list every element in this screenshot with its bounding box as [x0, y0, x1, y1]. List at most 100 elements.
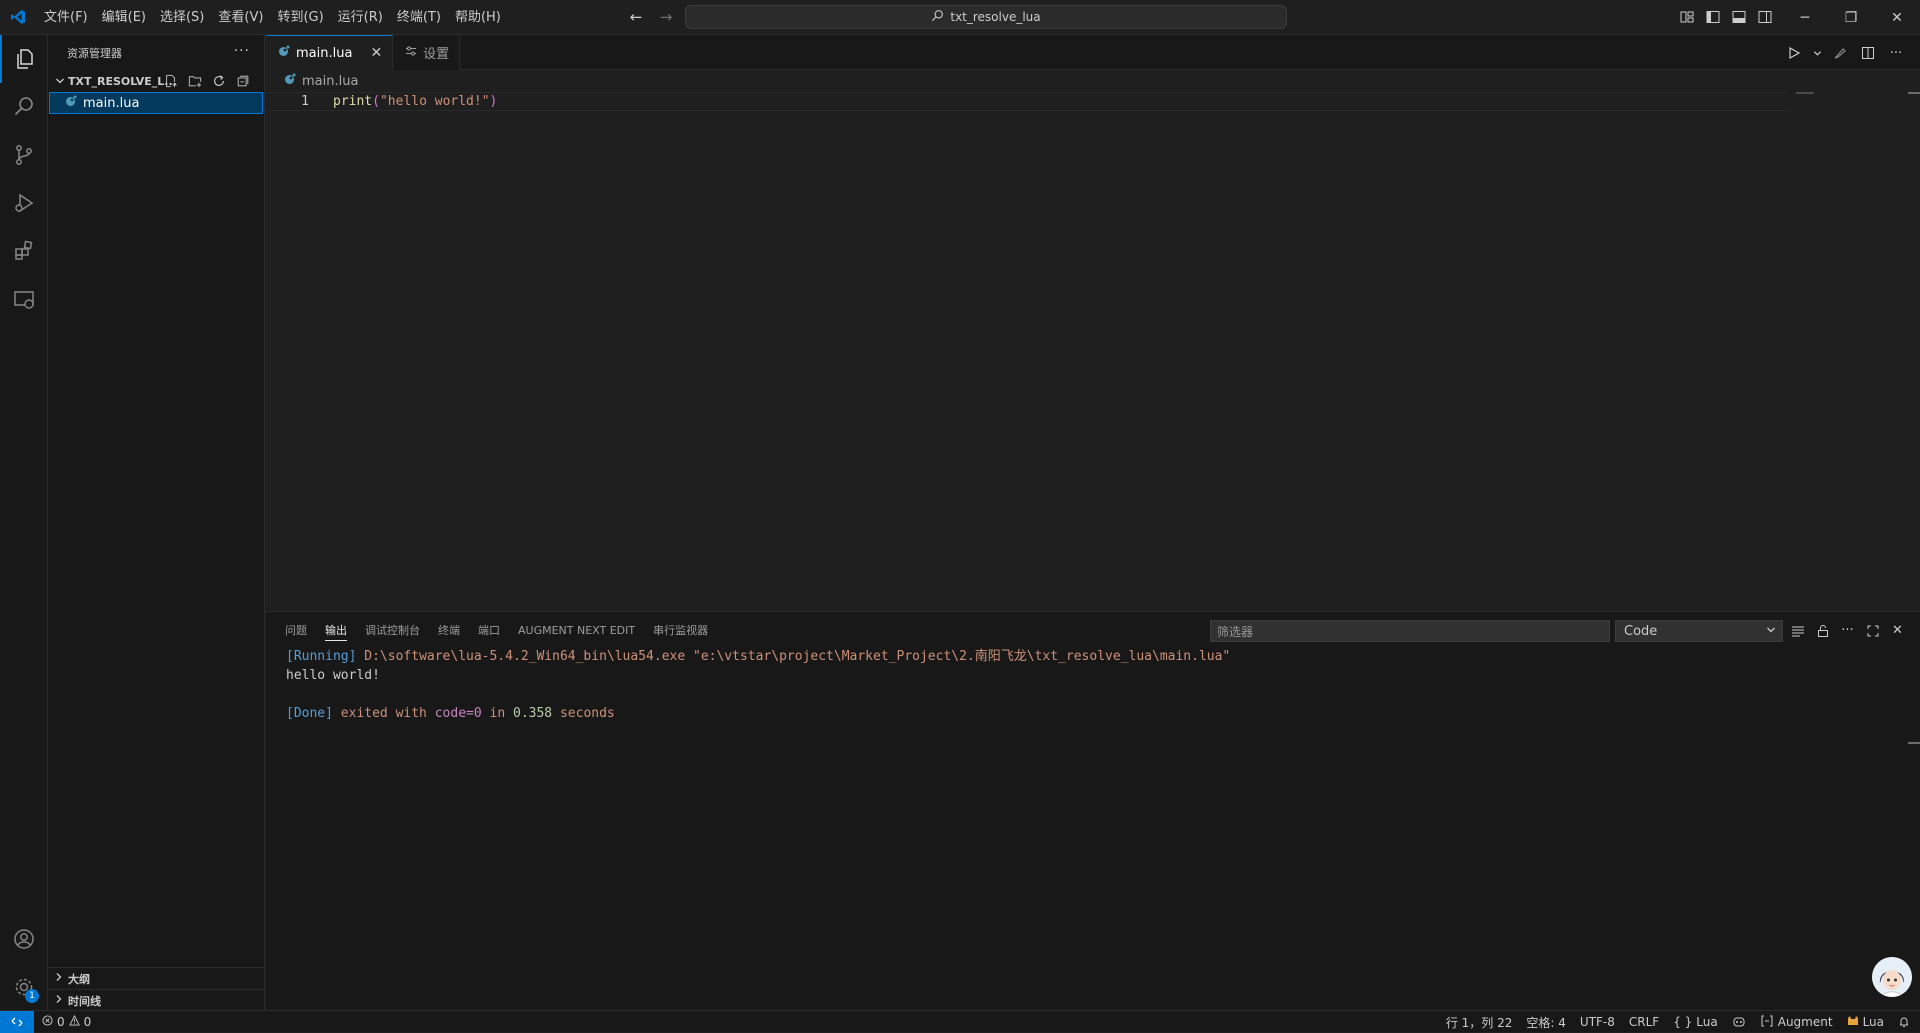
- remote-indicator-icon[interactable]: [0, 1010, 34, 1033]
- encoding[interactable]: UTF-8: [1580, 1015, 1615, 1029]
- accounts-icon[interactable]: [0, 915, 48, 963]
- menu-go[interactable]: 转到(G): [270, 0, 330, 35]
- editor-actions: ···: [1784, 43, 1906, 63]
- output-content[interactable]: [Running] D:\software\lua-5.4.2_Win64_bi…: [286, 647, 1230, 723]
- token-paren-close: ): [489, 94, 498, 109]
- folder-actions: [162, 72, 252, 90]
- toggle-primary-sidebar-icon[interactable]: [1702, 6, 1724, 28]
- tab-main-lua[interactable]: main.lua ✕: [266, 35, 394, 70]
- panel-scrollbar[interactable]: [1908, 742, 1920, 744]
- editor-tabs: main.lua ✕ 设置 ···: [266, 35, 1920, 70]
- lua-label: Lua: [1862, 1015, 1884, 1029]
- output-channel-select[interactable]: Code: [1615, 620, 1783, 642]
- token-function: print: [333, 94, 373, 109]
- language-mode[interactable]: { } Lua: [1673, 1015, 1718, 1029]
- tab-label: main.lua: [296, 45, 353, 61]
- new-file-icon[interactable]: [162, 72, 180, 90]
- close-panel-icon[interactable]: ✕: [1887, 620, 1908, 641]
- copilot-icon[interactable]: [1732, 1016, 1746, 1028]
- run-debug-icon[interactable]: [0, 179, 48, 227]
- more-actions-icon[interactable]: ···: [1886, 43, 1906, 63]
- maximize-panel-icon[interactable]: [1862, 620, 1883, 641]
- output-line-blank: [286, 685, 1230, 704]
- collapse-all-icon[interactable]: [234, 72, 252, 90]
- output-filter-input[interactable]: 筛选器: [1210, 620, 1610, 642]
- line-ending[interactable]: CRLF: [1629, 1015, 1659, 1029]
- outline-label: 大纲: [68, 972, 90, 986]
- notifications-bell-icon[interactable]: [1898, 1016, 1910, 1028]
- menu-view[interactable]: 查看(V): [211, 0, 270, 35]
- close-icon[interactable]: ✕: [370, 45, 382, 61]
- remote-explorer-icon[interactable]: [0, 275, 48, 323]
- cursor-position[interactable]: 行 1，列 22: [1446, 1014, 1513, 1031]
- indentation[interactable]: 空格: 4: [1526, 1014, 1566, 1031]
- clear-output-icon[interactable]: [1787, 620, 1808, 641]
- folder-name: TXT_RESOLVE_L...: [68, 74, 177, 88]
- editor-scrollbar[interactable]: [1908, 92, 1920, 94]
- code-line[interactable]: 1 print("hello world!"): [266, 92, 1786, 111]
- source-control-icon[interactable]: [0, 131, 48, 179]
- run-icon[interactable]: [1784, 43, 1804, 63]
- menu-selection[interactable]: 选择(S): [153, 0, 211, 35]
- lua-extension-status[interactable]: Lua: [1847, 1015, 1884, 1030]
- settings-badge: 1: [25, 989, 39, 1003]
- augment-pen-icon[interactable]: [1830, 43, 1850, 63]
- new-folder-icon[interactable]: [186, 72, 204, 90]
- breadcrumb-file[interactable]: main.lua: [302, 74, 358, 89]
- chevron-down-icon[interactable]: [1812, 43, 1822, 63]
- code-editor[interactable]: 1 print("hello world!"): [266, 92, 1920, 610]
- close-window-icon[interactable]: ✕: [1874, 0, 1920, 35]
- line-number: 1: [301, 94, 309, 109]
- manage-gear-icon[interactable]: 1: [0, 963, 48, 1011]
- menu-file[interactable]: 文件(F): [37, 0, 95, 35]
- search-icon[interactable]: [0, 83, 48, 131]
- lua-cat-icon: [1847, 1015, 1859, 1030]
- navigation-arrows: ← →: [626, 7, 676, 27]
- done-tag: [Done]: [286, 706, 333, 721]
- activity-bar: 1: [0, 35, 48, 1010]
- toggle-secondary-sidebar-icon[interactable]: [1754, 6, 1776, 28]
- problems-status[interactable]: 0 0: [42, 1014, 91, 1029]
- outline-section[interactable]: 大纲: [48, 967, 264, 989]
- augment-status[interactable]: Augment: [1760, 1015, 1833, 1030]
- menu-terminal[interactable]: 终端(T): [390, 0, 448, 35]
- tab-serial-monitor[interactable]: 串行监视器: [644, 612, 717, 648]
- timeline-section[interactable]: 时间线: [48, 989, 264, 1011]
- explorer-icon[interactable]: [0, 35, 48, 83]
- lock-scroll-icon[interactable]: [1812, 620, 1833, 641]
- menu-run[interactable]: 运行(R): [331, 0, 390, 35]
- menu-help[interactable]: 帮助(H): [448, 0, 508, 35]
- extensions-icon[interactable]: [0, 227, 48, 275]
- tab-ports[interactable]: 端口: [469, 612, 509, 648]
- output-line-result: hello world!: [286, 668, 380, 683]
- toggle-panel-icon[interactable]: [1728, 6, 1750, 28]
- folder-header[interactable]: TXT_RESOLVE_L...: [48, 70, 264, 92]
- back-arrow-icon[interactable]: ←: [626, 7, 646, 27]
- more-actions-icon[interactable]: ···: [234, 43, 250, 59]
- customize-layout-icon[interactable]: [1676, 6, 1698, 28]
- running-tag: [Running]: [286, 649, 357, 664]
- tab-output[interactable]: 输出: [316, 612, 356, 648]
- tab-terminal[interactable]: 终端: [429, 612, 469, 648]
- assistant-avatar[interactable]: [1872, 957, 1912, 997]
- forward-arrow-icon[interactable]: →: [656, 7, 676, 27]
- tab-problems[interactable]: 问题: [276, 612, 316, 648]
- file-item-main-lua[interactable]: main.lua: [49, 92, 263, 114]
- menu-edit[interactable]: 编辑(E): [95, 0, 153, 35]
- split-editor-icon[interactable]: [1858, 43, 1878, 63]
- restore-icon[interactable]: ❐: [1828, 0, 1874, 35]
- search-icon: [931, 9, 944, 25]
- lua-file-icon: [65, 95, 77, 111]
- status-bar: 0 0 行 1，列 22 空格: 4 UTF-8 CRLF { } Lua Au…: [0, 1010, 1920, 1033]
- window-controls: ─ ❐ ✕: [1782, 0, 1920, 35]
- more-actions-icon[interactable]: ···: [1837, 620, 1858, 641]
- minimize-icon[interactable]: ─: [1782, 0, 1828, 35]
- minimap[interactable]: [1796, 92, 1814, 94]
- running-command: D:\software\lua-5.4.2_Win64_bin\lua54.ex…: [356, 649, 1231, 664]
- tab-augment-next-edit[interactable]: AUGMENT NEXT EDIT: [509, 612, 644, 648]
- tab-debug-console[interactable]: 调试控制台: [356, 612, 429, 648]
- command-center[interactable]: txt_resolve_lua: [685, 5, 1287, 29]
- tab-settings[interactable]: 设置: [393, 35, 461, 70]
- output-line-done: [Done] exited with code=0 in 0.358 secon…: [286, 704, 1230, 723]
- refresh-icon[interactable]: [210, 72, 228, 90]
